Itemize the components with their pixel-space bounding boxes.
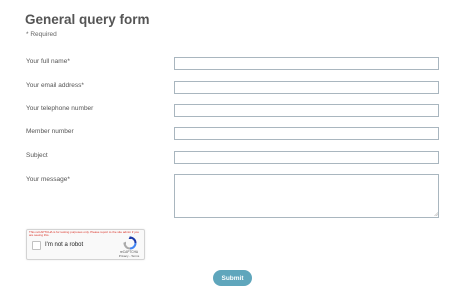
- recaptcha-widget: This reCAPTCHA is for testing purposes o…: [26, 229, 145, 260]
- form-title: General query form: [25, 12, 150, 27]
- member-number-input[interactable]: [174, 127, 439, 140]
- full-name-label: Your full name*: [26, 58, 70, 65]
- member-number-label: Member number: [26, 128, 74, 135]
- resize-grip-icon[interactable]: [434, 212, 438, 216]
- email-input[interactable]: [174, 81, 439, 94]
- full-name-input[interactable]: [174, 57, 439, 70]
- required-note: * Required: [26, 31, 57, 38]
- submit-button[interactable]: Submit: [213, 270, 252, 286]
- recaptcha-label: I'm not a robot: [45, 242, 84, 248]
- recaptcha-privacy-terms[interactable]: Privacy - Terms: [113, 254, 145, 258]
- message-textarea[interactable]: [174, 174, 439, 218]
- subject-label: Subject: [26, 152, 48, 159]
- message-label: Your message*: [26, 176, 70, 183]
- subject-input[interactable]: [174, 151, 439, 164]
- telephone-input[interactable]: [174, 104, 439, 117]
- email-label: Your email address*: [26, 82, 84, 89]
- telephone-label: Your telephone number: [26, 105, 94, 112]
- recaptcha-logo-icon: [123, 236, 137, 250]
- recaptcha-checkbox[interactable]: [32, 241, 41, 250]
